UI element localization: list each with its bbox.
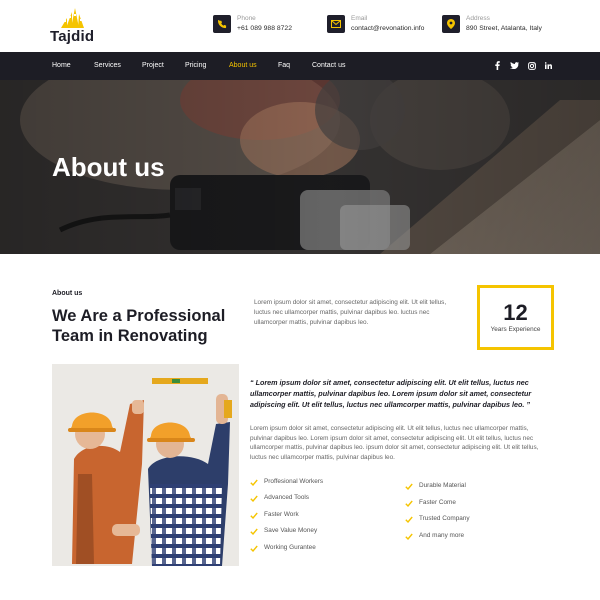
feature-label: Save Value Money	[264, 527, 318, 534]
main-nav: Home Services Project Pricing About us F…	[0, 52, 600, 80]
hero-banner: About us	[0, 80, 600, 254]
check-icon	[405, 516, 413, 523]
experience-badge: 12 Years Experience	[477, 285, 554, 350]
nav-item-home[interactable]: Home	[52, 62, 71, 69]
top-bar: Tajdid Phone +61 089 988 8722 Email cont…	[0, 0, 600, 52]
twitter-icon[interactable]	[510, 61, 519, 70]
address-value: 890 Street, Atalanta, Italy	[466, 25, 542, 32]
nav-item-about-us[interactable]: About us	[229, 62, 257, 69]
check-icon	[405, 533, 413, 540]
contact-email: Email contact@revonation.info	[327, 15, 437, 37]
email-label: Email	[351, 15, 368, 22]
nav-item-services[interactable]: Services	[94, 62, 121, 69]
feature-label: Proffesional Workers	[264, 478, 324, 485]
email-value[interactable]: contact@revonation.info	[351, 25, 424, 32]
feature-label: Trusted Company	[419, 515, 470, 522]
linkedin-icon[interactable]	[544, 61, 553, 70]
intro-paragraph: Lorem ipsum dolor sit amet, consectetur …	[254, 299, 447, 326]
logo[interactable]: Tajdid	[50, 8, 110, 46]
instagram-icon[interactable]	[527, 61, 536, 70]
facebook-icon[interactable]	[493, 61, 502, 70]
phone-label: Phone	[237, 15, 256, 22]
nav-item-project[interactable]: Project	[142, 62, 164, 69]
logo-text: Tajdid	[50, 28, 95, 45]
feature-label: And many more	[419, 532, 465, 539]
check-icon	[250, 528, 258, 535]
nav-item-pricing[interactable]: Pricing	[185, 62, 206, 69]
location-icon	[442, 15, 460, 33]
nav-item-faq[interactable]: Faq	[278, 62, 290, 69]
section-eyebrow: About us	[52, 290, 83, 297]
check-icon	[405, 500, 413, 507]
check-icon	[250, 512, 258, 519]
email-icon	[327, 15, 345, 33]
section-heading: We Are a Professional Team in Renovating	[52, 307, 226, 345]
quote-text: “ Lorem ipsum dolor sit amet, consectetu…	[250, 378, 532, 409]
feature-label: Working Gurantee	[264, 544, 316, 551]
feature-label: Durable Material	[419, 482, 466, 489]
workers-photo	[52, 364, 239, 566]
check-icon	[405, 483, 413, 490]
nav-item-contact-us[interactable]: Contact us	[312, 62, 345, 69]
feature-label: Faster Work	[264, 511, 299, 518]
check-icon	[250, 545, 258, 552]
logo-icon	[61, 8, 84, 28]
page-title: About us	[52, 152, 165, 182]
contact-phone: Phone +61 089 988 8722	[213, 15, 313, 37]
phone-icon	[213, 15, 231, 33]
contact-address: Address 890 Street, Atalanta, Italy	[442, 15, 562, 37]
phone-value[interactable]: +61 089 988 8722	[237, 25, 292, 32]
check-icon	[250, 479, 258, 486]
body-paragraph: Lorem ipsum dolor sit amet, consectetur …	[250, 425, 539, 461]
experience-number: 12	[503, 300, 528, 325]
address-label: Address	[466, 15, 490, 22]
feature-label: Advanced Tools	[264, 494, 310, 501]
check-icon	[250, 495, 258, 502]
experience-label: Years Experience	[490, 326, 541, 333]
feature-label: Faster Come	[419, 499, 456, 506]
